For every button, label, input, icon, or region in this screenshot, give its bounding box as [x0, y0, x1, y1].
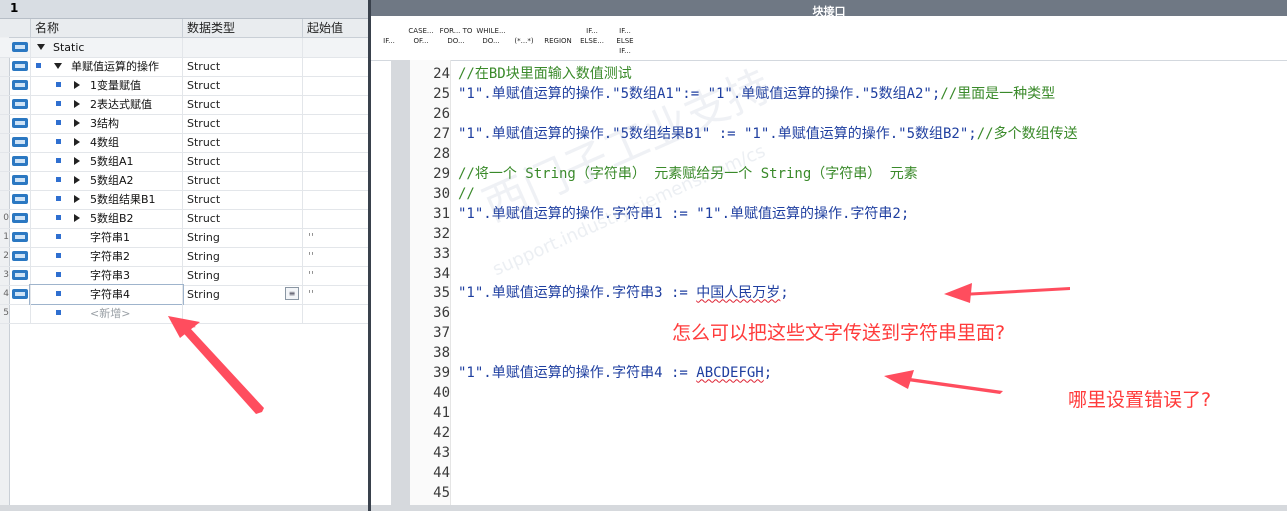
arrow-to-line-39 — [900, 377, 1003, 394]
annotation-arrows — [168, 283, 1070, 414]
arrow-to-line-35 — [962, 287, 1070, 296]
